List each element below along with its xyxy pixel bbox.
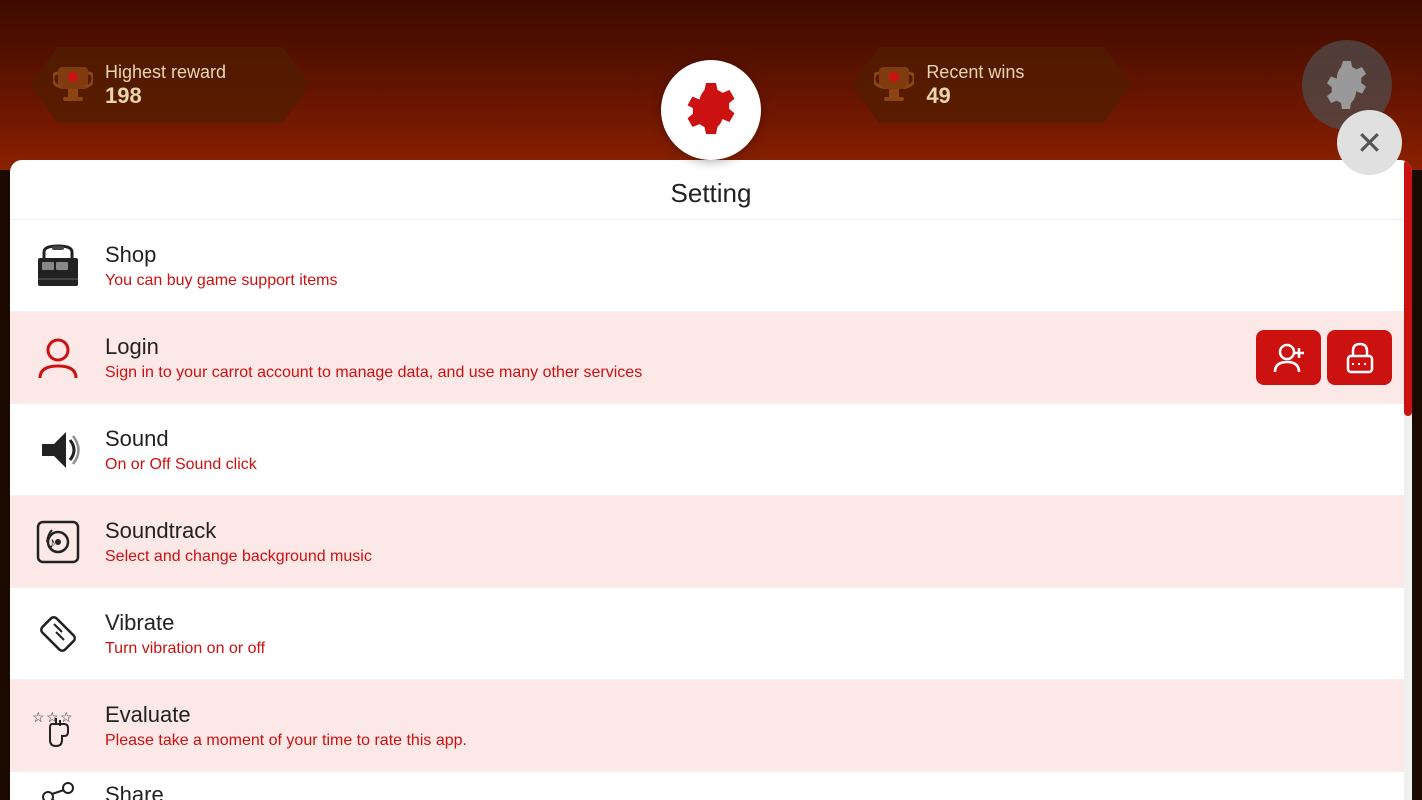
login-title: Login bbox=[105, 334, 1246, 360]
recent-wins-text: Recent wins 49 bbox=[926, 62, 1024, 109]
share-title: Share bbox=[105, 782, 1392, 800]
soundtrack-desc: Select and change background music bbox=[105, 548, 1392, 566]
setting-item-share[interactable]: Share bbox=[10, 772, 1412, 800]
login-password-button[interactable] bbox=[1327, 330, 1392, 385]
evaluate-item-text: Evaluate Please take a moment of your ti… bbox=[105, 702, 1392, 750]
login-icon bbox=[30, 330, 85, 385]
shop-item-text: Shop You can buy game support items bbox=[105, 242, 1392, 290]
trophy-icon bbox=[50, 63, 95, 108]
vibrate-title: Vibrate bbox=[105, 610, 1392, 636]
setting-item-evaluate[interactable]: ☆ ☆ ☆ Evaluate Please take a moment of y… bbox=[10, 680, 1412, 772]
soundtrack-title: Soundtrack bbox=[105, 518, 1392, 544]
evaluate-desc: Please take a moment of your time to rat… bbox=[105, 732, 1392, 750]
shop-icon bbox=[30, 238, 85, 293]
setting-item-soundtrack[interactable]: ♪ Soundtrack Select and change backgroun… bbox=[10, 496, 1412, 588]
login-desc: Sign in to your carrot account to manage… bbox=[105, 364, 1246, 382]
soundtrack-item-text: Soundtrack Select and change background … bbox=[105, 518, 1392, 566]
setting-item-shop[interactable]: Shop You can buy game support items bbox=[10, 220, 1412, 312]
setting-item-login[interactable]: Login Sign in to your carrot account to … bbox=[10, 312, 1412, 404]
settings-gear-circle bbox=[661, 60, 761, 160]
scroll-track bbox=[1404, 160, 1412, 800]
settings-gear-icon bbox=[681, 80, 741, 140]
highest-reward-text: Highest reward 198 bbox=[105, 62, 226, 109]
vibrate-item-text: Vibrate Turn vibration on or off bbox=[105, 610, 1392, 658]
login-item-text: Login Sign in to your carrot account to … bbox=[105, 334, 1246, 382]
share-icon bbox=[30, 772, 85, 800]
settings-title: Setting bbox=[10, 160, 1412, 220]
highest-reward-value: 198 bbox=[105, 83, 226, 109]
setting-item-sound[interactable]: Sound On or Off Sound click bbox=[10, 404, 1412, 496]
soundtrack-icon: ♪ bbox=[30, 514, 85, 569]
evaluate-title: Evaluate bbox=[105, 702, 1392, 728]
login-register-button[interactable] bbox=[1256, 330, 1321, 385]
shop-title: Shop bbox=[105, 242, 1392, 268]
vibrate-icon bbox=[30, 606, 85, 661]
sound-item-text: Sound On or Off Sound click bbox=[105, 426, 1392, 474]
sound-desc: On or Off Sound click bbox=[105, 456, 1392, 474]
share-item-text: Share bbox=[105, 782, 1392, 800]
setting-item-vibrate[interactable]: Vibrate Turn vibration on or off bbox=[10, 588, 1412, 680]
recent-wins-value: 49 bbox=[926, 83, 1024, 109]
login-action-buttons bbox=[1256, 330, 1392, 385]
recent-wins-stat: Recent wins 49 bbox=[851, 47, 1131, 124]
settings-list: Shop You can buy game support items Logi… bbox=[10, 220, 1412, 800]
shop-desc: You can buy game support items bbox=[105, 272, 1392, 290]
wins-trophy-icon bbox=[871, 63, 916, 108]
scroll-thumb[interactable] bbox=[1404, 160, 1412, 416]
svg-text:☆: ☆ bbox=[60, 709, 73, 725]
svg-text:☆: ☆ bbox=[32, 709, 45, 725]
vibrate-desc: Turn vibration on or off bbox=[105, 640, 1392, 658]
sound-title: Sound bbox=[105, 426, 1392, 452]
evaluate-icon: ☆ ☆ ☆ bbox=[30, 698, 85, 753]
highest-reward-stat: Highest reward 198 bbox=[30, 47, 310, 124]
sound-icon bbox=[30, 422, 85, 477]
close-button[interactable]: ✕ bbox=[1337, 110, 1402, 175]
highest-reward-label: Highest reward bbox=[105, 62, 226, 83]
settings-panel: Setting Shop You can buy game support it… bbox=[10, 160, 1412, 800]
recent-wins-label: Recent wins bbox=[926, 62, 1024, 83]
svg-text:♪: ♪ bbox=[48, 535, 56, 552]
